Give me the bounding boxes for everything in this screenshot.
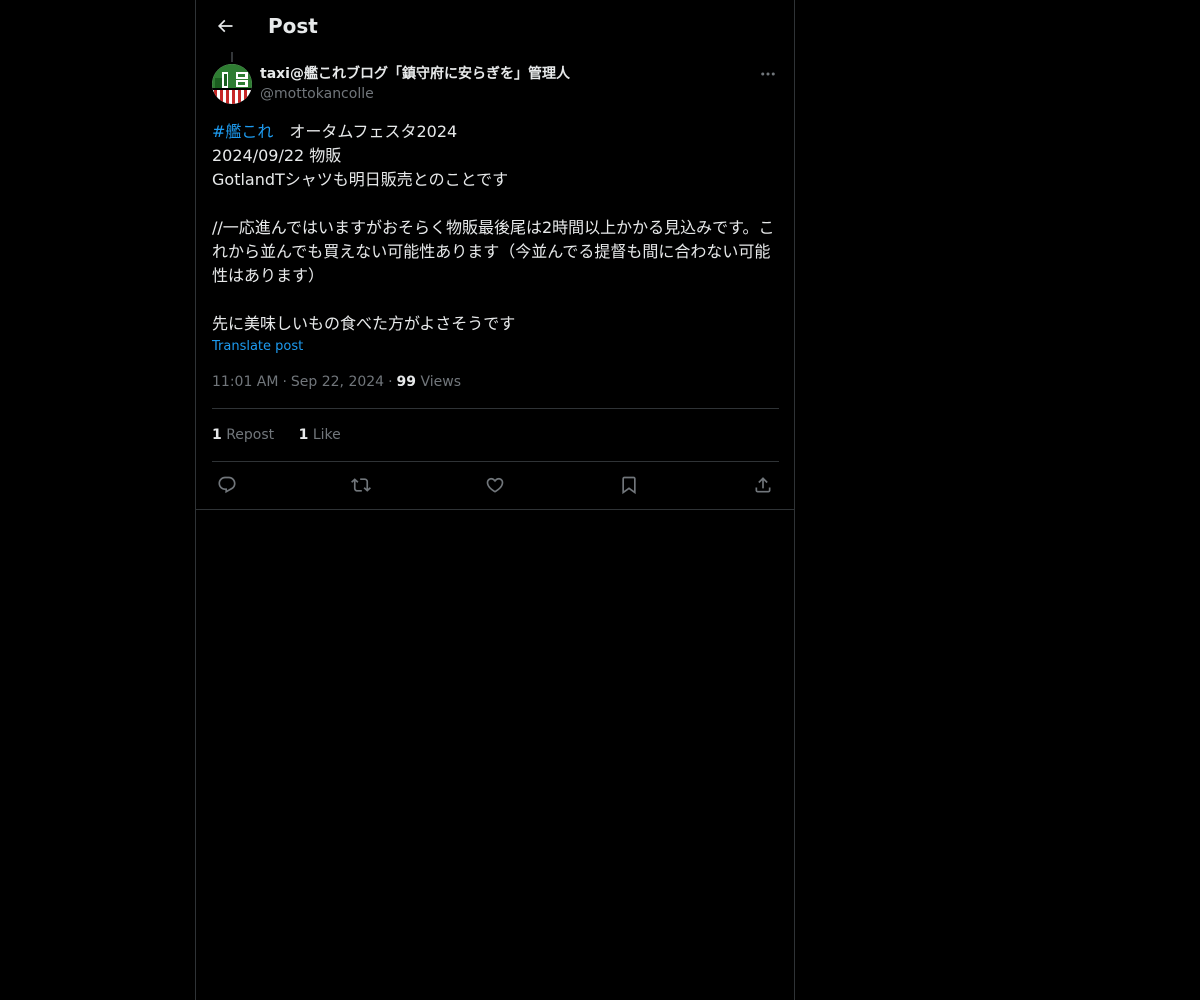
back-button[interactable] (208, 9, 242, 43)
reposts-count: 1 (212, 427, 222, 443)
reposts-label: Repost (226, 427, 275, 443)
views-count: 99 (396, 374, 417, 390)
reply-icon (218, 476, 236, 494)
post-blank-line (212, 288, 779, 312)
bookmark-icon (622, 476, 636, 495)
post-date[interactable]: Sep 22, 2024 (291, 374, 384, 390)
likes-label: Like (312, 427, 341, 443)
post-line-4: //一応進んではいますがおそらく物販最後尾は2時間以上かかる見込みです。これから… (212, 218, 775, 285)
separator-dot: · (388, 374, 393, 390)
reply-button[interactable] (212, 471, 242, 499)
arrow-left-icon (217, 19, 233, 33)
post-bottom-divider (196, 509, 794, 510)
post-line-1-rest: オータムフェスタ2024 (273, 122, 458, 141)
more-icon (761, 72, 775, 76)
post-text: #艦これ オータムフェスタ2024 2024/09/22 物販 GotlandT… (212, 120, 779, 336)
repost-icon (351, 478, 371, 492)
translate-post-link[interactable]: Translate post (212, 338, 303, 356)
views-label: Views (420, 374, 462, 390)
post-time[interactable]: 11:01 AM (212, 374, 278, 390)
divider (212, 408, 779, 409)
repost-button[interactable] (346, 471, 376, 499)
avatar-image (212, 64, 252, 104)
author-handle[interactable]: @mottokancolle (260, 84, 570, 104)
action-bar (212, 471, 779, 499)
page-header: Post (196, 0, 794, 53)
divider (212, 461, 779, 462)
post-meta: 11:01 AM · Sep 22, 2024 · 99 Views (212, 372, 461, 392)
post-line-5: 先に美味しいもの食べた方がよさそうです (212, 314, 516, 333)
more-button[interactable] (757, 64, 779, 84)
thread-line (231, 52, 233, 62)
post-line-1: #艦これ オータムフェスタ2024 (212, 120, 779, 144)
separator-dot: · (282, 374, 287, 390)
post-line-2: 2024/09/22 物販 (212, 146, 342, 165)
page-title: Post (268, 14, 318, 38)
likes-count: 1 (298, 427, 309, 443)
author-name[interactable]: taxi@艦これブログ「鎮守府に安らぎを」管理人 (260, 64, 570, 84)
like-button[interactable] (480, 471, 510, 499)
bookmark-button[interactable] (614, 471, 644, 499)
share-button[interactable] (748, 471, 778, 499)
post-blank-line (212, 192, 779, 216)
reposts-stat[interactable]: 1 Repost (212, 427, 274, 443)
post-stats: 1 Repost 1 Like (212, 425, 361, 445)
hashtag-link[interactable]: #艦これ (212, 122, 273, 141)
likes-stat[interactable]: 1 Like (299, 427, 341, 443)
main-column: Post taxi@艦これブログ「鎮守府に安らぎを」管理人 @mottokanc… (195, 0, 795, 1000)
share-icon (755, 477, 771, 493)
post-line-3: GotlandTシャツも明日販売とのことです (212, 170, 509, 189)
like-icon (486, 477, 504, 493)
author-block: taxi@艦これブログ「鎮守府に安らぎを」管理人 @mottokancolle (260, 64, 570, 104)
avatar[interactable] (212, 64, 252, 104)
